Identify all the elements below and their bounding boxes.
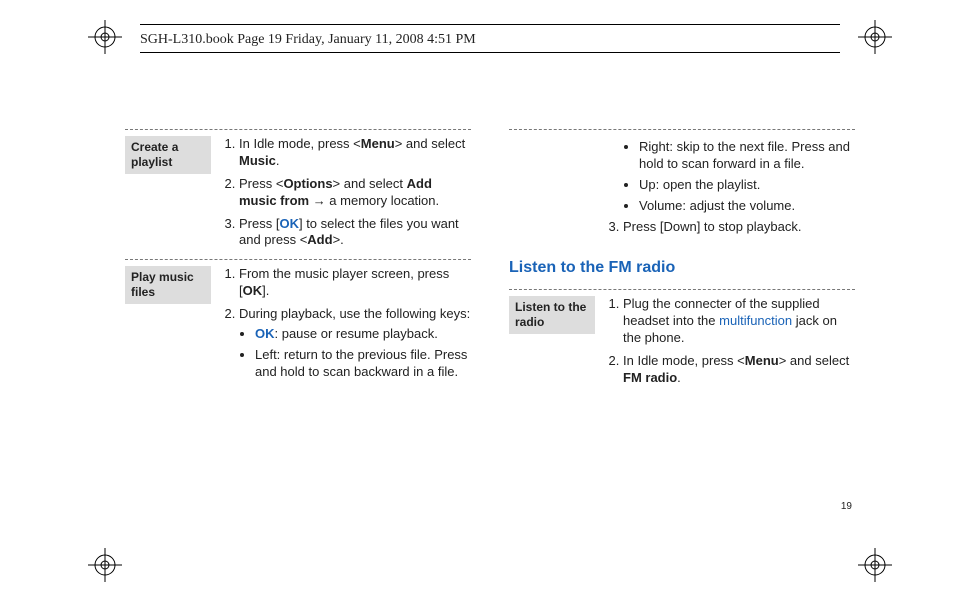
text: From the music player screen, press [ [239,266,449,298]
step: During playback, use the following keys:… [239,306,471,381]
page-number: 19 [841,501,852,512]
page-header-text: SGH-L310.book Page 19 Friday, January 11… [140,32,476,47]
key-fm-radio: FM radio [623,370,677,385]
text: Press [ [239,216,279,231]
step: From the music player screen, press [OK]… [239,266,471,300]
key-menu: Menu [745,353,779,368]
step: Press [OK] to select the files you want … [239,216,471,250]
page-header-bar: SGH-L310.book Page 19 Friday, January 11… [140,29,840,50]
text: During playback, use the following keys: [239,306,470,321]
text: Right: skip to the next file. Press and … [639,139,850,171]
text: >. [333,232,344,247]
text: Press < [239,176,283,191]
text: . [677,370,681,385]
text: ]. [262,283,269,298]
step: In Idle mode, press <Menu> and select FM… [623,353,855,387]
separator [125,259,471,260]
list-item: OK: pause or resume playback. [255,326,471,343]
text: Press [Down] to stop playback. [623,219,801,234]
group-play-music: Play music files From the music player s… [125,266,471,386]
step: Press <Options> and select Add music fro… [239,176,471,210]
list-item: Right: skip to the next file. Press and … [639,139,855,173]
text: In Idle mode, press < [623,353,745,368]
text: . [276,153,280,168]
group-instructions: Plug the connecter of the supplied heads… [605,296,855,392]
header-rule-top [140,24,840,25]
step: Press [Down] to stop playback. [623,219,855,236]
group-listen-radio: Listen to the radio Plug the connecter o… [509,296,855,392]
key-add: Add [307,232,332,247]
separator [125,129,471,130]
group-play-music-cont: Right: skip to the next file. Press and … [509,136,855,241]
key-ok: OK [243,283,263,298]
step: Plug the connecter of the supplied heads… [623,296,855,347]
key-music: Music [239,153,276,168]
header-rule-bottom [140,52,840,53]
group-instructions: From the music player screen, press [OK]… [221,266,471,386]
list-item: Left: return to the previous file. Press… [255,347,471,381]
text: → a memory location. [309,193,439,208]
key-menu: Menu [361,136,395,151]
group-label-play-music: Play music files [125,266,211,304]
group-label-create-playlist: Create a playlist [125,136,211,174]
link-multifunction: multifunction [719,313,792,328]
text: > and select [779,353,849,368]
key-ok: OK [255,326,275,341]
key-ok: OK [279,216,299,231]
list-item: Volume: adjust the volume. [639,198,855,215]
group-instructions: Right: skip to the next file. Press and … [605,136,855,241]
page-content: Create a playlist In Idle mode, press <M… [125,125,855,495]
text: In Idle mode, press < [239,136,361,151]
text: > and select [333,176,407,191]
group-instructions: In Idle mode, press <Menu> and select Mu… [221,136,471,255]
left-column: Create a playlist In Idle mode, press <M… [125,125,471,495]
separator [509,129,855,130]
section-heading-fm-radio: Listen to the FM radio [509,259,855,277]
group-label-listen-radio: Listen to the radio [509,296,595,334]
text: Volume: adjust the volume. [639,198,795,213]
text: Up: open the playlist. [639,177,760,192]
group-create-playlist: Create a playlist In Idle mode, press <M… [125,136,471,255]
right-column: Right: skip to the next file. Press and … [509,125,855,495]
text: Left: return to the previous file. Press… [255,347,467,379]
key-options: Options [283,176,332,191]
step: In Idle mode, press <Menu> and select Mu… [239,136,471,170]
text: : pause or resume playback. [275,326,438,341]
list-item: Up: open the playlist. [639,177,855,194]
separator [509,289,855,290]
text: > and select [395,136,465,151]
